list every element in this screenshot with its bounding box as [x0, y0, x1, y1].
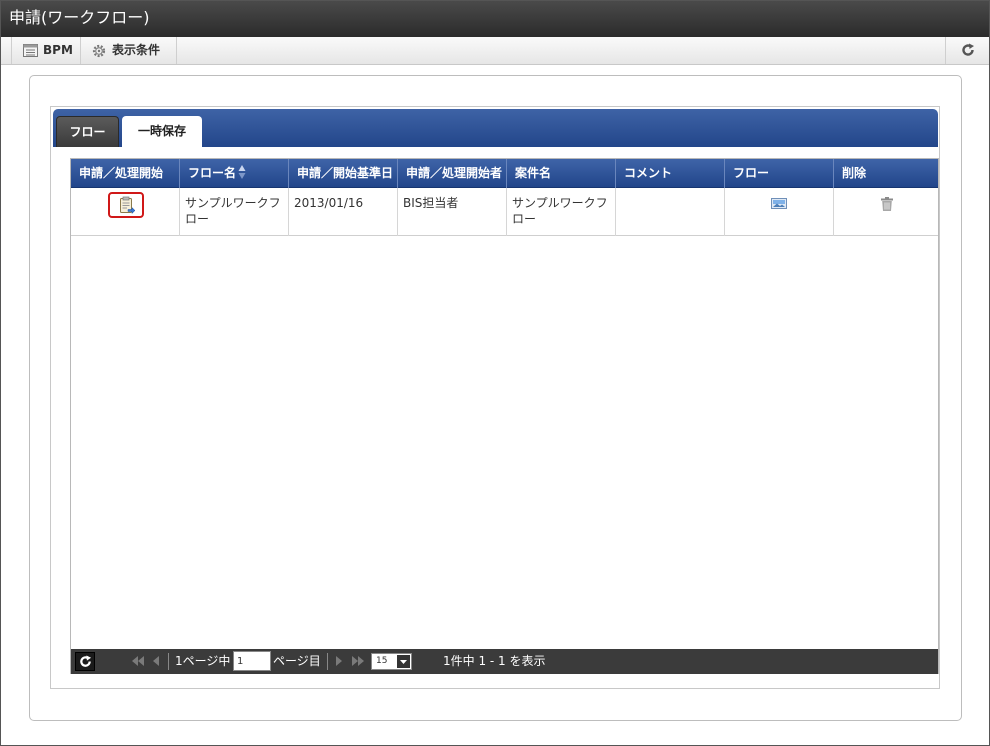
- prev-page-icon[interactable]: [152, 655, 160, 667]
- start-application-button[interactable]: [108, 192, 144, 218]
- cell-start: [71, 188, 180, 236]
- page-size-select[interactable]: 15: [371, 653, 412, 670]
- page-suffix: ページ目: [273, 654, 321, 668]
- gear-icon: [92, 44, 106, 58]
- display-conditions-label: 表示条件: [112, 43, 161, 57]
- column-header-delete[interactable]: 削除: [834, 159, 938, 188]
- column-header-start[interactable]: 申請／処理開始: [71, 159, 180, 188]
- sort-arrows-icon: [238, 164, 246, 179]
- refresh-icon: [962, 43, 974, 56]
- toolbar: BPM 表示条件: [1, 37, 989, 65]
- list-icon: [23, 44, 38, 57]
- table-row: サンプルワークフロー 2013/01/16 BIS担当者 サンプルワークフロー: [71, 188, 938, 236]
- cell-case-name: サンプルワークフロー: [507, 188, 616, 236]
- page-prefix: 1ページ中: [175, 654, 231, 668]
- page-number-input[interactable]: [233, 651, 271, 671]
- first-page-icon[interactable]: [131, 655, 145, 667]
- clipboard-arrow-icon: [120, 196, 135, 214]
- cell-flow-name: サンプルワークフロー: [180, 188, 289, 236]
- column-header-starter[interactable]: 申請／処理開始者: [398, 159, 507, 188]
- column-header-case-name[interactable]: 案件名: [507, 159, 616, 188]
- cell-delete: [834, 188, 938, 236]
- column-header-flow-name-label: フロー名: [188, 166, 237, 180]
- pager-separator: [327, 653, 328, 670]
- tab-temporary-save[interactable]: 一時保存: [122, 116, 202, 147]
- tab-bar: フロー 一時保存: [53, 109, 938, 147]
- cell-comment: [616, 188, 725, 236]
- next-page-icon[interactable]: [335, 655, 343, 667]
- pager-summary: 1件中 1 - 1 を表示: [443, 654, 546, 668]
- pager-refresh-button[interactable]: [75, 652, 95, 671]
- grid-header: 申請／処理開始 フロー名 申請／開始基準日 申請／処理開始者 案件名 コメント …: [71, 159, 938, 188]
- trash-icon[interactable]: [881, 197, 893, 211]
- page-size-value: 15: [376, 656, 388, 666]
- pager-separator: [168, 653, 169, 670]
- chevron-down-icon: [397, 655, 410, 668]
- column-header-comment[interactable]: コメント: [616, 159, 725, 188]
- bpm-button[interactable]: BPM: [11, 37, 81, 64]
- bpm-label: BPM: [43, 43, 73, 57]
- column-header-base-date[interactable]: 申請／開始基準日: [289, 159, 398, 188]
- tab-flow[interactable]: フロー: [56, 116, 119, 147]
- cell-starter: BIS担当者: [398, 188, 507, 236]
- column-header-flow-name[interactable]: フロー名: [180, 159, 289, 188]
- cell-flow: [725, 188, 834, 236]
- image-icon[interactable]: [771, 198, 787, 209]
- column-header-flow[interactable]: フロー: [725, 159, 834, 188]
- display-conditions-button[interactable]: 表示条件: [81, 37, 177, 64]
- toolbar-refresh-button[interactable]: [945, 37, 989, 64]
- cell-base-date: 2013/01/16: [289, 188, 398, 236]
- refresh-icon: [80, 655, 92, 667]
- last-page-icon[interactable]: [351, 655, 365, 667]
- window-title: 申請(ワークフロー): [1, 1, 989, 37]
- grid-pager: 1ページ中 ページ目 15 1件中 1 - 1 を表示: [71, 649, 938, 674]
- temporary-save-grid: 申請／処理開始 フロー名 申請／開始基準日 申請／処理開始者 案件名 コメント …: [70, 158, 939, 674]
